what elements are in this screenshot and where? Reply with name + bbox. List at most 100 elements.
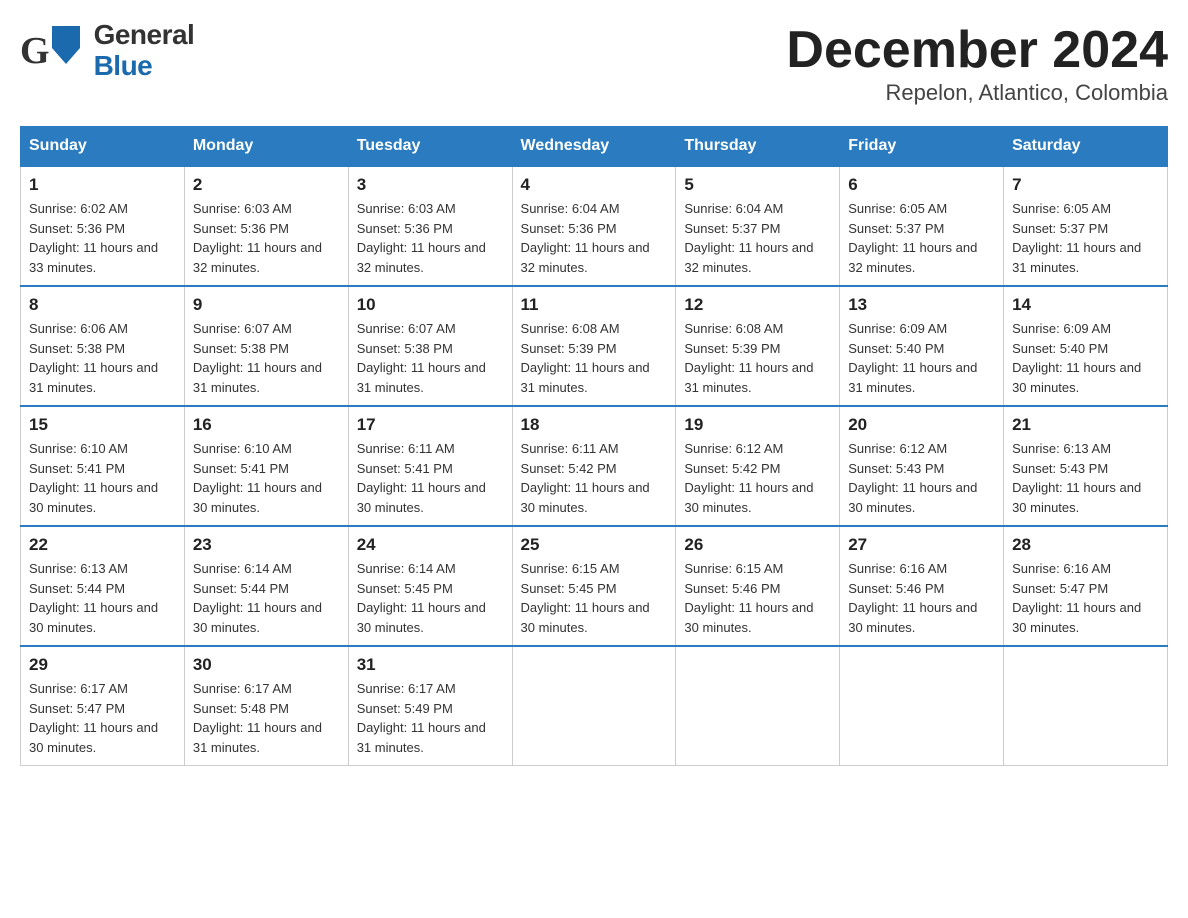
calendar-cell: 10Sunrise: 6:07 AMSunset: 5:38 PMDayligh…	[348, 286, 512, 406]
calendar-cell	[676, 646, 840, 766]
day-number: 31	[357, 655, 504, 675]
day-number: 21	[1012, 415, 1159, 435]
day-info: Sunrise: 6:07 AMSunset: 5:38 PMDaylight:…	[193, 319, 340, 397]
day-number: 12	[684, 295, 831, 315]
day-number: 8	[29, 295, 176, 315]
calendar-cell: 6 Sunrise: 6:05 AMSunset: 5:37 PMDaylight…	[840, 166, 1004, 286]
day-info: Sunrise: 6:04 AMSunset: 5:37 PMDaylight:…	[684, 199, 831, 277]
calendar-cell: 31 Sunrise: 6:17 AMSunset: 5:49 PMDayligh…	[348, 646, 512, 766]
day-number: 11	[521, 295, 668, 315]
day-number: 20	[848, 415, 995, 435]
day-info: Sunrise: 6:10 AMSunset: 5:41 PMDaylight:…	[29, 439, 176, 517]
day-info: Sunrise: 6:08 AMSunset: 5:39 PMDaylight:…	[684, 319, 831, 397]
logo: G General Blue	[20, 20, 194, 82]
day-info: Sunrise: 6:11 AMSunset: 5:42 PMDaylight:…	[521, 439, 668, 517]
day-number: 27	[848, 535, 995, 555]
day-info: Sunrise: 6:06 AMSunset: 5:38 PMDaylight:…	[29, 319, 176, 397]
calendar-cell	[840, 646, 1004, 766]
header-tuesday: Tuesday	[348, 127, 512, 167]
day-info: Sunrise: 6:05 AMSunset: 5:37 PMDaylight:…	[848, 199, 995, 277]
logo-general-text: General	[94, 20, 195, 51]
calendar-cell: 12 Sunrise: 6:08 AMSunset: 5:39 PMDayligh…	[676, 286, 840, 406]
calendar-cell: 23Sunrise: 6:14 AMSunset: 5:44 PMDayligh…	[184, 526, 348, 646]
calendar-cell: 1Sunrise: 6:02 AMSunset: 5:36 PMDaylight…	[21, 166, 185, 286]
header-monday: Monday	[184, 127, 348, 167]
day-info: Sunrise: 6:03 AMSunset: 5:36 PMDaylight:…	[193, 199, 340, 277]
day-number: 7	[1012, 175, 1159, 195]
day-number: 2	[193, 175, 340, 195]
day-number: 26	[684, 535, 831, 555]
page-subtitle: Repelon, Atlantico, Colombia	[786, 80, 1168, 106]
calendar-cell: 14Sunrise: 6:09 AMSunset: 5:40 PMDayligh…	[1004, 286, 1168, 406]
calendar-cell: 15 Sunrise: 6:10 AMSunset: 5:41 PMDayligh…	[21, 406, 185, 526]
calendar-cell: 8 Sunrise: 6:06 AMSunset: 5:38 PMDaylight…	[21, 286, 185, 406]
day-number: 14	[1012, 295, 1159, 315]
day-info: Sunrise: 6:17 AMSunset: 5:48 PMDaylight:…	[193, 679, 340, 757]
calendar-cell: 2 Sunrise: 6:03 AMSunset: 5:36 PMDaylight…	[184, 166, 348, 286]
day-number: 25	[521, 535, 668, 555]
day-info: Sunrise: 6:08 AMSunset: 5:39 PMDaylight:…	[521, 319, 668, 397]
day-info: Sunrise: 6:09 AMSunset: 5:40 PMDaylight:…	[848, 319, 995, 397]
day-info: Sunrise: 6:12 AMSunset: 5:42 PMDaylight:…	[684, 439, 831, 517]
title-section: December 2024 Repelon, Atlantico, Colomb…	[786, 20, 1168, 106]
day-info: Sunrise: 6:07 AMSunset: 5:38 PMDaylight:…	[357, 319, 504, 397]
logo-blue-text: Blue	[94, 51, 195, 82]
day-info: Sunrise: 6:14 AMSunset: 5:45 PMDaylight:…	[357, 559, 504, 637]
logo-g: G	[20, 32, 50, 70]
calendar-cell: 25 Sunrise: 6:15 AMSunset: 5:45 PMDayligh…	[512, 526, 676, 646]
calendar-cell	[512, 646, 676, 766]
calendar-cell: 30Sunrise: 6:17 AMSunset: 5:48 PMDayligh…	[184, 646, 348, 766]
calendar-cell: 27 Sunrise: 6:16 AMSunset: 5:46 PMDayligh…	[840, 526, 1004, 646]
header-saturday: Saturday	[1004, 127, 1168, 167]
day-info: Sunrise: 6:14 AMSunset: 5:44 PMDaylight:…	[193, 559, 340, 637]
page-title: December 2024	[786, 20, 1168, 80]
day-info: Sunrise: 6:05 AMSunset: 5:37 PMDaylight:…	[1012, 199, 1159, 277]
day-info: Sunrise: 6:15 AMSunset: 5:46 PMDaylight:…	[684, 559, 831, 637]
calendar-cell: 18Sunrise: 6:11 AMSunset: 5:42 PMDayligh…	[512, 406, 676, 526]
header-thursday: Thursday	[676, 127, 840, 167]
header-wednesday: Wednesday	[512, 127, 676, 167]
header-row: Sunday Monday Tuesday Wednesday Thursday…	[21, 127, 1168, 167]
day-number: 24	[357, 535, 504, 555]
calendar-header: Sunday Monday Tuesday Wednesday Thursday…	[21, 127, 1168, 167]
day-info: Sunrise: 6:17 AMSunset: 5:49 PMDaylight:…	[357, 679, 504, 757]
day-number: 17	[357, 415, 504, 435]
day-info: Sunrise: 6:15 AMSunset: 5:45 PMDaylight:…	[521, 559, 668, 637]
calendar-table: Sunday Monday Tuesday Wednesday Thursday…	[20, 126, 1168, 766]
day-number: 15	[29, 415, 176, 435]
calendar-cell: 7 Sunrise: 6:05 AMSunset: 5:37 PMDaylight…	[1004, 166, 1168, 286]
calendar-cell: 3Sunrise: 6:03 AMSunset: 5:36 PMDaylight…	[348, 166, 512, 286]
day-number: 6	[848, 175, 995, 195]
calendar-cell: 22Sunrise: 6:13 AMSunset: 5:44 PMDayligh…	[21, 526, 185, 646]
calendar-cell: 11 Sunrise: 6:08 AMSunset: 5:39 PMDayligh…	[512, 286, 676, 406]
logo-graphic	[52, 26, 92, 76]
calendar-week-4: 22Sunrise: 6:13 AMSunset: 5:44 PMDayligh…	[21, 526, 1168, 646]
day-number: 22	[29, 535, 176, 555]
calendar-cell: 16Sunrise: 6:10 AMSunset: 5:41 PMDayligh…	[184, 406, 348, 526]
day-number: 19	[684, 415, 831, 435]
calendar-body: 1Sunrise: 6:02 AMSunset: 5:36 PMDaylight…	[21, 166, 1168, 766]
day-number: 9	[193, 295, 340, 315]
header-friday: Friday	[840, 127, 1004, 167]
day-info: Sunrise: 6:17 AMSunset: 5:47 PMDaylight:…	[29, 679, 176, 757]
day-number: 3	[357, 175, 504, 195]
day-number: 13	[848, 295, 995, 315]
day-info: Sunrise: 6:12 AMSunset: 5:43 PMDaylight:…	[848, 439, 995, 517]
calendar-cell	[1004, 646, 1168, 766]
day-info: Sunrise: 6:16 AMSunset: 5:46 PMDaylight:…	[848, 559, 995, 637]
calendar-week-3: 15 Sunrise: 6:10 AMSunset: 5:41 PMDayligh…	[21, 406, 1168, 526]
day-number: 29	[29, 655, 176, 675]
calendar-week-2: 8 Sunrise: 6:06 AMSunset: 5:38 PMDaylight…	[21, 286, 1168, 406]
day-info: Sunrise: 6:16 AMSunset: 5:47 PMDaylight:…	[1012, 559, 1159, 637]
calendar-week-5: 29 Sunrise: 6:17 AMSunset: 5:47 PMDayligh…	[21, 646, 1168, 766]
day-number: 16	[193, 415, 340, 435]
day-number: 5	[684, 175, 831, 195]
calendar-cell: 24 Sunrise: 6:14 AMSunset: 5:45 PMDayligh…	[348, 526, 512, 646]
day-info: Sunrise: 6:13 AMSunset: 5:43 PMDaylight:…	[1012, 439, 1159, 517]
page-header: G General Blue December 2024 Repelon, At…	[20, 20, 1168, 106]
calendar-cell: 28 Sunrise: 6:16 AMSunset: 5:47 PMDayligh…	[1004, 526, 1168, 646]
day-number: 28	[1012, 535, 1159, 555]
calendar-cell: 20 Sunrise: 6:12 AMSunset: 5:43 PMDayligh…	[840, 406, 1004, 526]
day-info: Sunrise: 6:04 AMSunset: 5:36 PMDaylight:…	[521, 199, 668, 277]
calendar-cell: 29 Sunrise: 6:17 AMSunset: 5:47 PMDayligh…	[21, 646, 185, 766]
